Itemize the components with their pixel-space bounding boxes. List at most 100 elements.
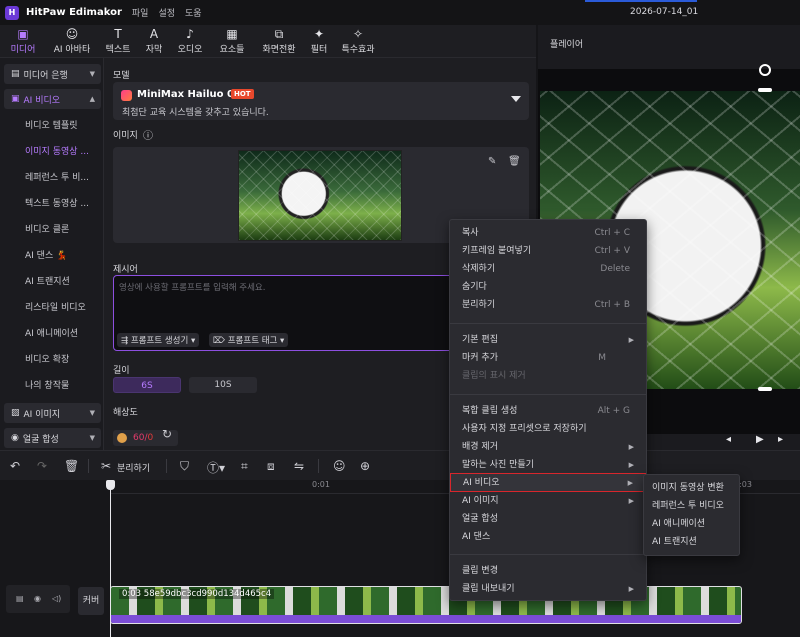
chevron-up-icon: ▲ [89,95,95,103]
eye-icon[interactable]: ◉ [34,594,41,603]
sidebar-group-media-bank[interactable]: ▤ 미디어 은행 ▼ [4,64,101,84]
length-option-10s[interactable]: 10S [189,377,257,393]
menu-item-basic-edit[interactable]: 기본 편집 ▶ [450,331,646,349]
tab-subtitle[interactable]: A 자막 [137,25,171,58]
text-style-icon[interactable]: Ⓣ▾ [207,459,225,476]
submenu-item-ai-transition[interactable]: AI 트랜지션 [644,533,739,551]
face-swap-icon: ◉ [11,433,19,443]
prompt-generator-button[interactable]: ⇶ 프롬프트 생성기 ▾ [117,333,200,347]
model-selector[interactable]: MiniMax Hailuo 02 HOT 최첨단 교육 시스템을 갖추고 있습… [113,82,529,120]
sidebar-group-ai-image[interactable]: ▨ AI 이미지 ▼ [4,403,101,423]
cover-button[interactable]: 커버 [78,587,104,615]
tab-audio[interactable]: ♪ 오디오 [173,25,207,58]
prev-frame-icon[interactable]: ◂ [726,434,731,445]
chevron-right-icon: ▶ [628,497,634,505]
undo-icon[interactable]: ↶ [10,459,20,473]
menu-item-remove-clip-mark: 클립의 표시 제거 [462,371,526,381]
next-frame-icon[interactable]: ▸ [778,434,783,445]
menu-item-ai-dance[interactable]: AI 댄스 [450,528,646,546]
tab-effects[interactable]: ✧ 특수효과 [338,25,378,58]
add-media-icon[interactable]: ⊕ [360,459,370,473]
menu-divider [450,554,646,555]
submenu-item-image-to-video[interactable]: 이미지 동영상 변환 [644,479,739,497]
tab-media[interactable]: ▣ 미디어 [6,25,40,58]
menu-item-paste-keyframe[interactable]: 키프레임 붙여넣기 Ctrl + V [450,242,646,260]
length-option-6s[interactable]: 6S [113,377,181,393]
sidebar-item-reference-to-video[interactable]: 레퍼런스 투 비... [25,170,89,183]
length-label: 길이 [113,366,130,376]
info-icon[interactable]: ⓘ [143,127,153,142]
menu-help[interactable]: 도움 [185,6,202,19]
menu-item-remove-background[interactable]: 배경 제거 ▶ [450,438,646,456]
menu-item-copy[interactable]: 복사 Ctrl + C [450,224,646,242]
menu-item-hide[interactable]: 숨기다 [450,278,646,296]
menu-item-delete[interactable]: 삭제하기 Delete [450,260,646,278]
sidebar-item-video-clone[interactable]: 비디오 클론 [25,222,69,235]
tab-ai-avatar[interactable]: ☺ AI 아바타 [52,25,92,58]
menu-item-save-preset[interactable]: 사용자 지정 프리셋으로 저장하기 [450,420,646,438]
menu-item-ai-image[interactable]: AI 이미지 ▶ [450,492,646,510]
tab-elements[interactable]: ▦ 요소들 [215,25,249,58]
crop-icon[interactable]: ⌗ [241,459,248,474]
sidebar-item-ai-dance[interactable]: AI 댄스 💃 [25,248,67,261]
menu-settings[interactable]: 설정 [158,6,175,19]
video-clip[interactable]: 0:03 58e59dbc3cd990d134d465c4 [110,586,742,624]
sidebar-group-face-swap[interactable]: ◉ 얼굴 합성 ▼ [4,428,101,448]
menu-item-face-swap[interactable]: 얼굴 합성 [450,510,646,528]
thumbnail-net-overlay [239,151,401,240]
mask-icon[interactable]: ⛉ [180,459,189,474]
clip-audio-bar [111,615,741,623]
text-icon: T [114,27,122,41]
menu-divider [450,394,646,395]
sidebar-item-video-extend[interactable]: 비디오 확장 [25,352,69,365]
tab-transitions[interactable]: ⧉ 화면전환 [259,25,299,58]
playhead[interactable] [110,480,111,637]
face-detect-icon[interactable]: ☺ [333,459,346,473]
playhead-handle[interactable] [106,480,115,490]
sidebar-group-ai-video[interactable]: ▣ AI 비디오 ▲ [4,89,101,109]
menu-item-export-clip[interactable]: 클립 내보내기 ▶ [450,580,646,598]
edit-icon[interactable]: ✎ [488,156,496,167]
chevron-right-icon: ▶ [628,461,634,469]
resize-handle-bottom[interactable] [758,387,772,391]
tab-text[interactable]: T 텍스트 [101,25,135,58]
sidebar-item-video-template[interactable]: 비디오 템플릿 [25,118,78,131]
menu-file[interactable]: 파일 [132,6,149,19]
submenu-item-ai-animation[interactable]: AI 애니메이션 [644,515,739,533]
media-toolbar: ▣ 미디어 ☺ AI 아바타 T 텍스트 A 자막 ♪ 오디오 ▦ 요소들 ⧉ 화면전환 ✦ 필… [0,25,536,58]
resolution-label: 해상도 [113,408,138,418]
mirror-icon[interactable]: ⇋ [294,459,304,473]
media-bank-icon: ▤ [11,69,20,79]
redo-icon[interactable]: ↷ [37,459,47,473]
title-accent-line [585,0,697,2]
split-button-label[interactable]: 분리하기 [117,461,150,474]
volume-icon[interactable]: ◁) [52,594,61,603]
menu-item-talking-photo[interactable]: 말하는 사진 만들기 ▶ [450,456,646,474]
submenu-item-reference-to-video[interactable]: 레퍼런스 투 비디오 [644,497,739,515]
menu-item-change-clip[interactable]: 클립 변경 [450,562,646,580]
ai-image-icon: ▨ [11,408,20,418]
menu-item-split[interactable]: 분리하기 Ctrl + B [450,296,646,314]
sidebar-item-ai-transition[interactable]: AI 트랜지션 [25,274,70,287]
resize-handle-top[interactable] [758,88,772,92]
sidebar-item-text-to-video[interactable]: 텍스트 동영상 ... [25,196,89,209]
play-icon[interactable]: ▶ [756,434,764,445]
menu-item-add-marker[interactable]: 마커 추가 M [450,349,646,367]
prompt-tag-button[interactable]: ⌦ 프롬프트 태그 ▾ [209,333,289,347]
rotate-handle-icon[interactable] [759,64,771,76]
sidebar-item-ai-animation[interactable]: AI 애니메이션 [25,326,78,339]
menu-item-ai-video[interactable]: AI 비디오 ▶ [450,473,646,492]
freeze-frame-icon[interactable]: ⧈ [267,459,275,474]
delete-icon[interactable]: 🗑 [64,459,79,473]
tab-filter[interactable]: ✦ 필터 [302,25,336,58]
sidebar-item-restyle-video[interactable]: 리스타일 비디오 [25,300,86,313]
chevron-down-icon[interactable] [511,96,521,102]
clip-label: 0:03 58e59dbc3cd990d134d465c4 [119,589,275,599]
sidebar-item-image-to-video[interactable]: 이미지 동영상 ... [25,144,89,157]
sidebar-item-my-creations[interactable]: 나의 창작물 [25,378,69,391]
menu-item-create-compound-clip[interactable]: 복합 클립 생성 Alt + G [450,402,646,420]
trash-icon[interactable]: 🗑 [508,156,521,167]
scissors-icon[interactable]: ✂ [101,459,111,473]
lock-icon[interactable]: ▤ [16,594,24,603]
refresh-icon[interactable]: ↻ [162,427,172,441]
